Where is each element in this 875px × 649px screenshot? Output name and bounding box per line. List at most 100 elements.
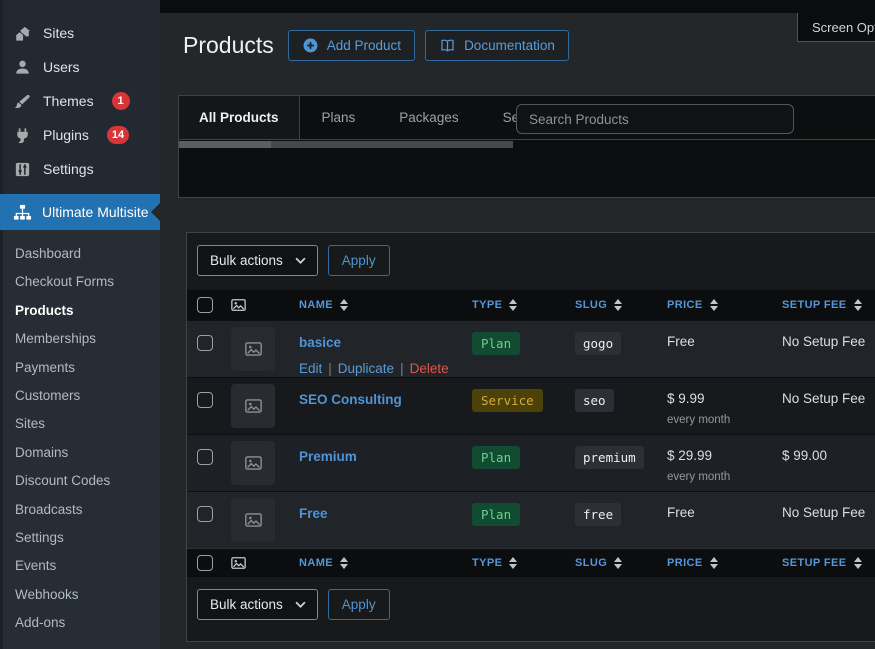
tabs-bar: All Products Plans Packages Services: [179, 96, 875, 140]
product-name-link[interactable]: basice: [299, 335, 341, 350]
edit-link[interactable]: Edit: [299, 361, 322, 376]
select-all-checkbox[interactable]: [197, 555, 213, 571]
sort-icon: [710, 557, 718, 569]
select-all-checkbox[interactable]: [197, 297, 213, 313]
setup-fee-value: $ 99.00: [782, 448, 875, 463]
documentation-button[interactable]: Documentation: [425, 30, 569, 61]
sidebar-item-label: Users: [43, 59, 80, 75]
sort-icon: [509, 299, 517, 311]
tab-plans[interactable]: Plans: [300, 96, 378, 139]
column-header-slug[interactable]: SLUG: [575, 299, 643, 311]
product-thumbnail: [231, 384, 275, 428]
column-header-setup-fee[interactable]: SETUP FEE: [782, 299, 875, 311]
horizontal-scrollbar[interactable]: [179, 141, 513, 148]
product-name-link[interactable]: Premium: [299, 449, 357, 464]
submenu-item-events[interactable]: Events: [0, 552, 160, 580]
row-checkbox[interactable]: [197, 449, 213, 465]
chevron-down-icon: [295, 601, 306, 608]
slug-badge: premium: [575, 446, 644, 469]
row-checkbox[interactable]: [197, 506, 213, 522]
products-filter-panel: All Products Plans Packages Services: [178, 95, 875, 198]
product-name-link[interactable]: Free: [299, 506, 328, 521]
sites-icon: [13, 24, 32, 43]
apply-button[interactable]: Apply: [328, 589, 390, 620]
submenu-item-discount-codes[interactable]: Discount Codes: [0, 467, 160, 495]
image-placeholder-icon: [245, 456, 262, 470]
column-header-price[interactable]: PRICE: [667, 299, 758, 311]
sidebar-item-users[interactable]: Users: [0, 50, 160, 84]
bulk-actions-select[interactable]: Bulk actions: [197, 245, 318, 276]
type-badge: Plan: [472, 503, 520, 526]
multisite-network-icon: [13, 203, 32, 222]
sidebar-item-settings[interactable]: Settings: [0, 152, 160, 186]
image-placeholder-icon: [245, 399, 262, 413]
price-value: $ 9.99: [667, 391, 758, 406]
product-thumbnail: [231, 498, 275, 542]
table-row: SEO Consulting Service seo $ 9.99 every …: [187, 377, 875, 434]
submenu-item-webhooks[interactable]: Webhooks: [0, 581, 160, 609]
sidebar-item-ultimate-multisite[interactable]: Ultimate Multisite: [0, 194, 160, 230]
column-header-type[interactable]: TYPE: [472, 557, 551, 569]
bulk-actions-select[interactable]: Bulk actions: [197, 589, 318, 620]
column-header-slug[interactable]: SLUG: [575, 557, 643, 569]
action-separator: |: [328, 361, 332, 376]
sort-icon: [854, 299, 862, 311]
sort-icon: [710, 299, 718, 311]
scrollbar-thumb[interactable]: [179, 141, 271, 148]
column-header-type[interactable]: TYPE: [472, 299, 551, 311]
submenu-item-broadcasts[interactable]: Broadcasts: [0, 496, 160, 524]
delete-link[interactable]: Delete: [410, 361, 449, 376]
apply-button[interactable]: Apply: [328, 245, 390, 276]
price-value: $ 29.99: [667, 448, 758, 463]
row-checkbox[interactable]: [197, 392, 213, 408]
add-product-button[interactable]: Add Product: [288, 30, 415, 61]
sidebar-item-plugins[interactable]: Plugins 14: [0, 118, 160, 152]
sidebar-item-themes[interactable]: Themes 1: [0, 84, 160, 118]
slug-badge: seo: [575, 389, 614, 412]
submenu-item-customers[interactable]: Customers: [0, 382, 160, 410]
main-content: Screen Options Products Add Product Docu…: [160, 0, 875, 636]
submenu-item-sites[interactable]: Sites: [0, 410, 160, 438]
duplicate-link[interactable]: Duplicate: [338, 361, 394, 376]
themes-update-badge: 1: [112, 92, 130, 110]
book-icon: [439, 37, 456, 54]
submenu-item-dashboard[interactable]: Dashboard: [0, 240, 160, 268]
submenu-item-memberships[interactable]: Memberships: [0, 325, 160, 353]
sidebar-item-sites[interactable]: Sites: [0, 16, 160, 50]
column-header-name[interactable]: NAME: [299, 557, 448, 569]
column-header-price[interactable]: PRICE: [667, 557, 758, 569]
admin-top-bar: [160, 0, 875, 13]
table-footer-header: NAME TYPE SLUG PRICE SETUP FEE: [187, 548, 875, 577]
column-header-setup-fee[interactable]: SETUP FEE: [782, 557, 875, 569]
products-table-card: Bulk actions Apply NAME: [186, 232, 875, 642]
active-menu-arrow: [151, 203, 160, 221]
price-period: every month: [667, 471, 758, 483]
sort-icon: [614, 299, 622, 311]
submenu-item-domains[interactable]: Domains: [0, 439, 160, 467]
image-column-icon: [231, 557, 246, 569]
submenu-item-add-ons[interactable]: Add-ons: [0, 609, 160, 637]
type-badge: Plan: [472, 332, 520, 355]
search-input[interactable]: [516, 104, 794, 134]
sort-icon: [340, 299, 348, 311]
plugins-icon: [13, 126, 32, 145]
row-checkbox[interactable]: [197, 335, 213, 351]
image-column-icon: [231, 299, 246, 311]
price-value: Free: [667, 334, 758, 349]
submenu-item-products[interactable]: Products: [0, 297, 160, 325]
column-header-name[interactable]: NAME: [299, 299, 448, 311]
submenu-item-checkout-forms[interactable]: Checkout Forms: [0, 268, 160, 296]
sidebar-item-label: Sites: [43, 25, 74, 41]
screen-options-button[interactable]: Screen Options: [797, 13, 875, 42]
product-name-link[interactable]: SEO Consulting: [299, 392, 402, 407]
chevron-down-icon: [295, 257, 306, 264]
submenu-item-payments[interactable]: Payments: [0, 354, 160, 382]
sort-icon: [340, 557, 348, 569]
action-separator: |: [400, 361, 404, 376]
setup-fee-value: No Setup Fee: [782, 334, 875, 349]
submenu-item-settings[interactable]: Settings: [0, 524, 160, 552]
tab-all-products[interactable]: All Products: [179, 96, 300, 139]
tab-packages[interactable]: Packages: [377, 96, 480, 139]
page-header: Products Add Product Documentation: [183, 29, 579, 61]
users-icon: [13, 58, 32, 77]
